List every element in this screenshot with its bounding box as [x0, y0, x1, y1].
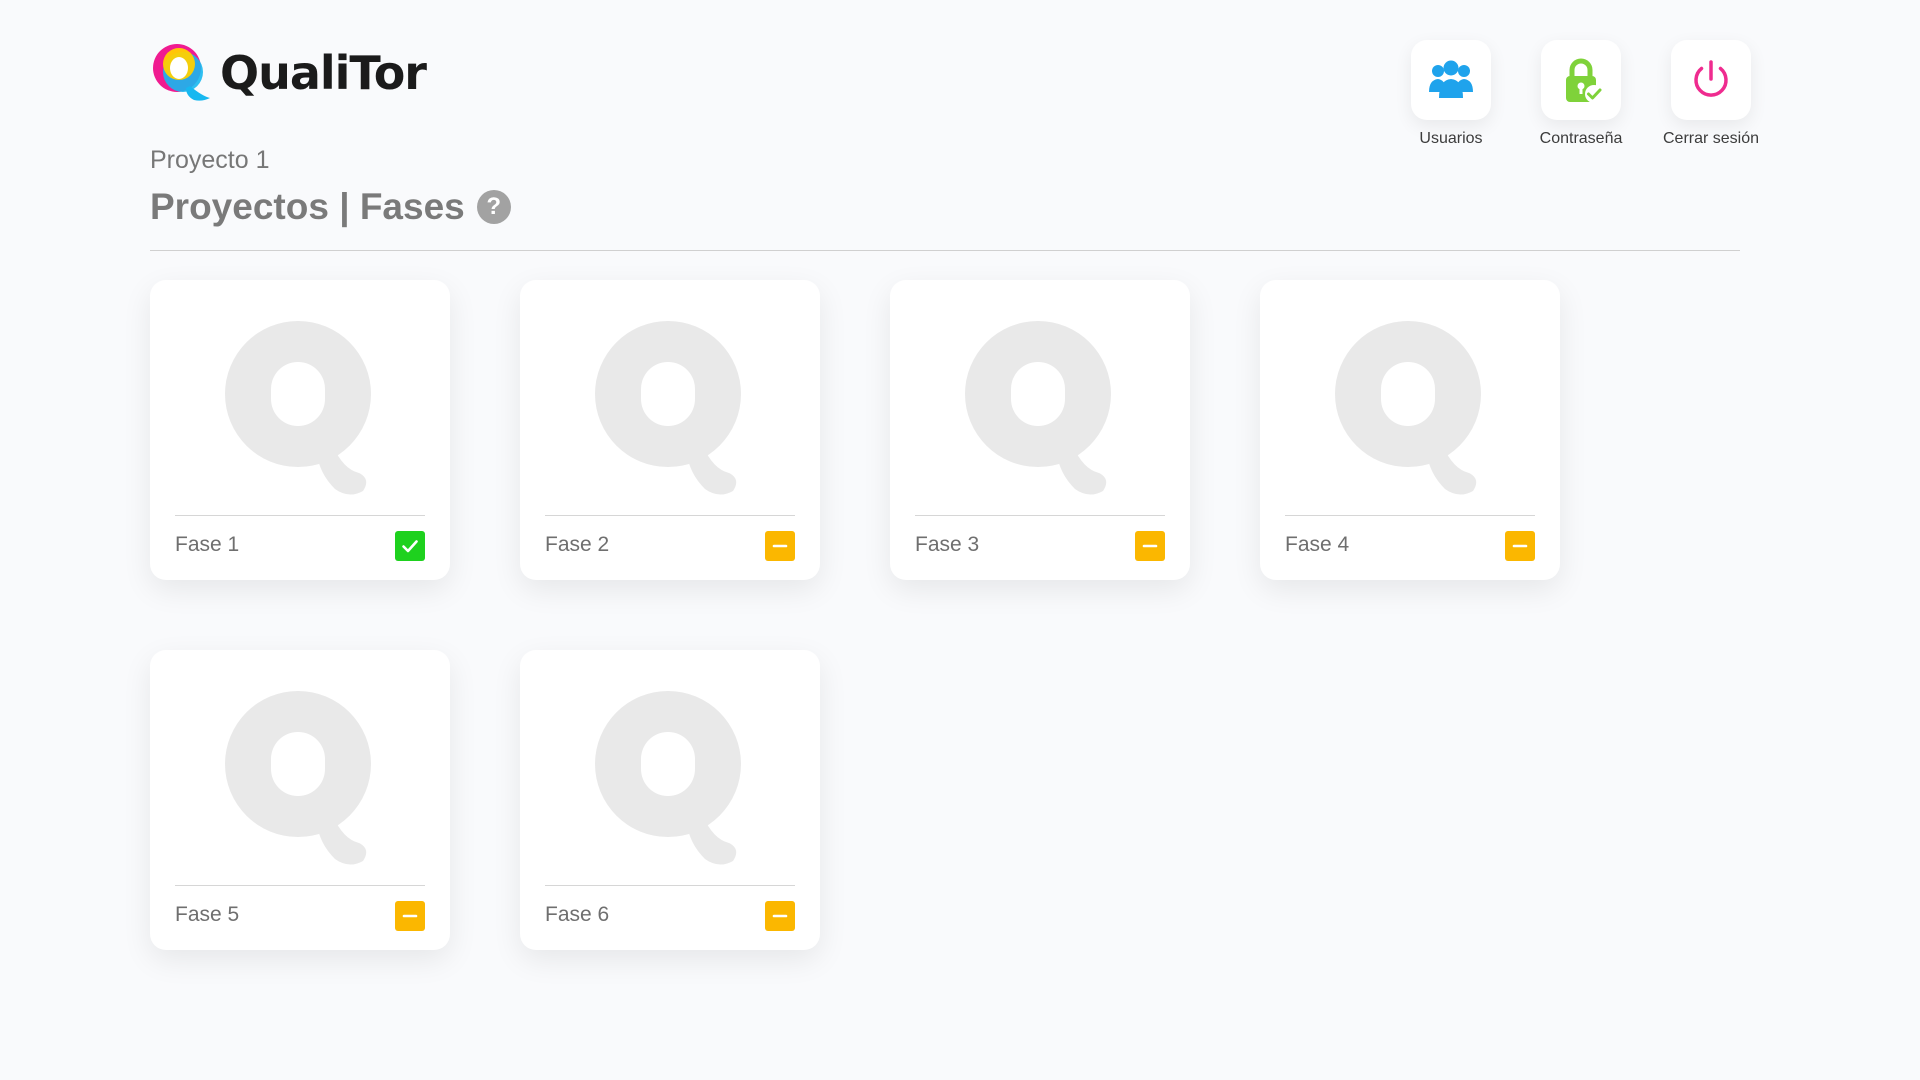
logo[interactable]: QualiTor: [150, 40, 427, 106]
check-icon: [402, 540, 418, 553]
phase-label: Fase 4: [1285, 533, 1350, 556]
minus-icon: [402, 914, 418, 918]
phase-label: Fase 6: [545, 903, 610, 926]
status-pending-badge: [765, 901, 795, 931]
q-placeholder-icon: [595, 320, 741, 495]
users-label: Usuarios: [1419, 130, 1483, 147]
top-actions: Usuarios Contraseña Cerrar sesión: [1410, 40, 1759, 148]
logout-action[interactable]: Cerrar sesión: [1663, 40, 1759, 148]
phase-card-2[interactable]: Fase 2: [520, 280, 820, 580]
phase-placeholder-image: [520, 650, 820, 886]
users-icon: [1429, 60, 1473, 98]
help-icon[interactable]: ?: [476, 190, 511, 224]
phase-grid: Fase 1 Fase 2 Fase 3 Fase 4 Fase 5 Fase …: [150, 280, 1560, 950]
status-pending-badge: [1505, 531, 1535, 561]
status-pending-badge: [395, 901, 425, 931]
phase-label: Fase 1: [175, 533, 240, 556]
q-placeholder-icon: [595, 690, 741, 865]
logout-label: Cerrar sesión: [1662, 130, 1760, 147]
password-button[interactable]: [1541, 40, 1621, 120]
power-icon: [1694, 60, 1728, 97]
phase-card-3[interactable]: Fase 3: [890, 280, 1190, 580]
page-title: Proyectos | Fases: [150, 186, 465, 227]
status-done-badge: [395, 531, 425, 561]
q-placeholder-icon: [1335, 320, 1481, 495]
q-placeholder-icon: [965, 320, 1111, 495]
header-divider: [150, 250, 1740, 251]
card-divider: [545, 885, 795, 886]
phase-placeholder-image: [890, 280, 1190, 516]
q-placeholder-icon: [225, 320, 371, 495]
phase-placeholder-image: [150, 280, 450, 516]
card-divider: [915, 515, 1165, 516]
logout-button[interactable]: [1671, 40, 1751, 120]
minus-icon: [772, 544, 788, 548]
status-pending-badge: [1135, 531, 1165, 561]
card-divider: [175, 515, 425, 516]
q-placeholder-icon: [225, 690, 371, 865]
phase-card-6[interactable]: Fase 6: [520, 650, 820, 950]
card-divider: [1285, 515, 1535, 516]
phase-card-5[interactable]: Fase 5: [150, 650, 450, 950]
minus-icon: [1142, 544, 1158, 548]
qualitor-logo-icon: [153, 44, 210, 101]
password-label: Contraseña: [1539, 130, 1623, 147]
phase-placeholder-image: [150, 650, 450, 886]
phase-placeholder-image: [1260, 280, 1560, 516]
phase-placeholder-image: [520, 280, 820, 516]
page: QualiTor Usuarios Contraseña Cerrar sesi…: [0, 0, 1920, 1080]
card-divider: [175, 885, 425, 886]
phase-card-1[interactable]: Fase 1: [150, 280, 450, 580]
card-divider: [545, 515, 795, 516]
users-button[interactable]: [1411, 40, 1491, 120]
lock-check-icon: [1566, 58, 1603, 103]
status-pending-badge: [765, 531, 795, 561]
phase-label: Fase 2: [545, 533, 610, 556]
users-action[interactable]: Usuarios: [1410, 40, 1492, 148]
brand-name: QualiTor: [220, 46, 427, 100]
phase-card-4[interactable]: Fase 4: [1260, 280, 1560, 580]
phase-label: Fase 5: [175, 903, 240, 926]
page-title-row: Proyectos | Fases ?: [150, 186, 511, 228]
project-name: Proyecto 1: [150, 146, 270, 174]
minus-icon: [772, 914, 788, 918]
phase-label: Fase 3: [915, 533, 980, 556]
password-action[interactable]: Contraseña: [1540, 40, 1622, 148]
minus-icon: [1512, 544, 1528, 548]
